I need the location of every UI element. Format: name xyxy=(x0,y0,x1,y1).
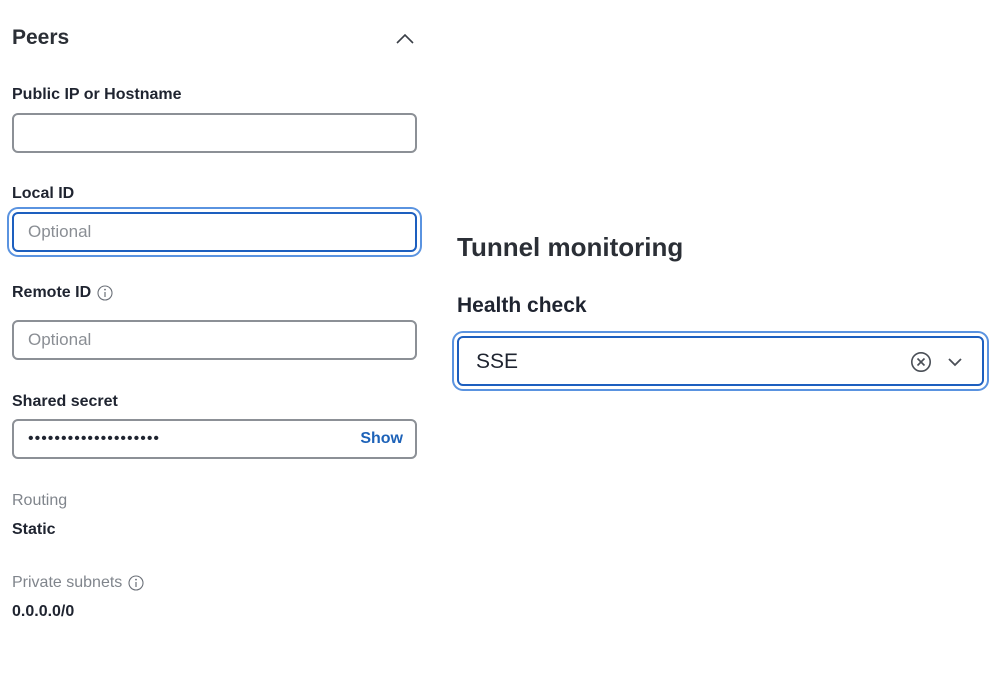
info-icon[interactable] xyxy=(128,575,144,591)
routing-value: Static xyxy=(12,521,56,538)
health-check-select[interactable]: SSE xyxy=(457,336,984,386)
peers-section-header: Peers xyxy=(12,24,417,56)
routing-label-text: Routing xyxy=(12,492,68,509)
remote-id-label: Remote ID xyxy=(12,284,113,302)
local-id-label: Local ID xyxy=(12,185,74,203)
shared-secret-input[interactable]: •••••••••••••••••••• Show xyxy=(12,419,417,459)
local-id-input[interactable] xyxy=(12,212,417,252)
tunnel-monitoring-title: Tunnel monitoring xyxy=(457,232,684,262)
shared-secret-value: •••••••••••••••••••• xyxy=(28,430,161,447)
show-secret-button[interactable]: Show xyxy=(360,430,403,448)
remote-id-input[interactable] xyxy=(12,320,417,360)
private-subnets-label-text: Private subnets xyxy=(12,574,123,591)
private-subnets-label: Private subnets xyxy=(12,574,144,592)
shared-secret-label: Shared secret xyxy=(12,393,118,411)
vpn-peer-settings-page: Peers Public IP or Hostname Local ID Rem… xyxy=(0,0,999,676)
routing-label: Routing xyxy=(12,492,67,510)
shared-secret-label-text: Shared secret xyxy=(12,393,118,410)
health-check-selected-value: SSE xyxy=(476,350,519,373)
public-ip-input[interactable] xyxy=(12,113,417,153)
health-check-label: Health check xyxy=(457,294,587,317)
remote-id-label-text: Remote ID xyxy=(12,284,92,301)
public-ip-label: Public IP or Hostname xyxy=(12,86,182,104)
chevron-up-icon[interactable] xyxy=(392,26,418,52)
private-subnets-value: 0.0.0.0/0 xyxy=(12,603,75,620)
clear-circle-icon[interactable] xyxy=(910,351,932,373)
public-ip-label-text: Public IP or Hostname xyxy=(12,86,182,103)
peers-title: Peers xyxy=(12,26,70,49)
local-id-label-text: Local ID xyxy=(12,185,75,202)
chevron-down-icon[interactable] xyxy=(944,351,966,373)
info-icon[interactable] xyxy=(97,285,113,301)
